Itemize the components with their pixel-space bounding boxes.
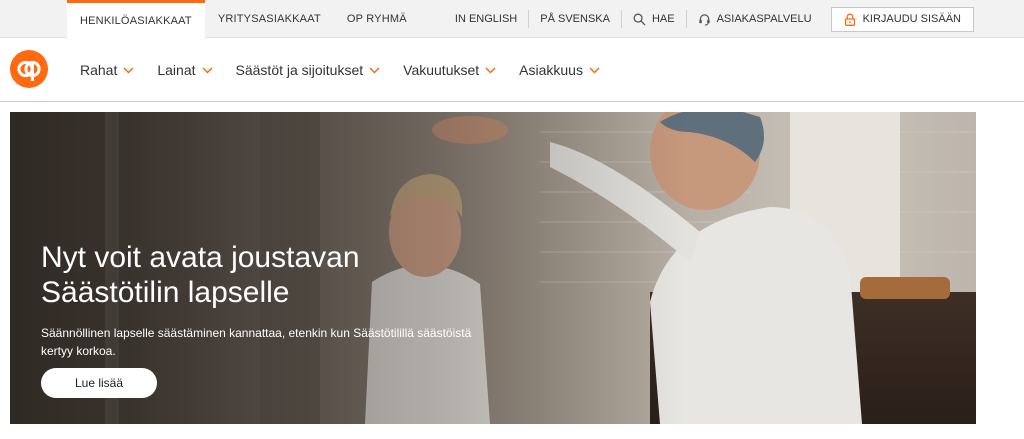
menu-item-rahat[interactable]: Rahat bbox=[80, 62, 134, 78]
main-nav: Rahat Lainat Säästöt ja sijoitukset Vaku… bbox=[0, 38, 1024, 102]
menu-item-saastot[interactable]: Säästöt ja sijoitukset bbox=[236, 62, 381, 78]
customer-service-label: ASIAKASPALVELU bbox=[716, 13, 812, 25]
op-logo-icon bbox=[17, 60, 41, 81]
chevron-down-icon bbox=[589, 66, 600, 74]
headset-icon bbox=[698, 13, 710, 26]
segment-tab-business[interactable]: YRITYSASIAKKAAT bbox=[205, 0, 334, 38]
customer-service-link[interactable]: ASIAKASPALVELU bbox=[685, 10, 823, 28]
login-button[interactable]: KIRJAUDU SISÄÄN bbox=[830, 6, 974, 32]
menu-item-label: Lainat bbox=[157, 62, 196, 78]
hero-banner: Nyt voit avata joustavan Säästötilin lap… bbox=[10, 112, 976, 424]
search-icon bbox=[633, 13, 646, 25]
menu-item-label: Säästöt ja sijoitukset bbox=[235, 62, 364, 78]
menu-item-asiakkuus[interactable]: Asiakkuus bbox=[519, 62, 600, 78]
language-swedish-label: PÅ SVENSKA bbox=[540, 13, 610, 25]
chevron-down-icon bbox=[123, 66, 134, 74]
language-swedish-link[interactable]: PÅ SVENSKA bbox=[528, 10, 621, 28]
chevron-down-icon bbox=[485, 66, 496, 74]
main-menu: Rahat Lainat Säästöt ja sijoitukset Vaku… bbox=[80, 38, 623, 102]
segment-tab-personal[interactable]: HENKILÖASIAKKAAT bbox=[67, 0, 205, 39]
lock-icon bbox=[844, 13, 855, 26]
menu-item-lainat[interactable]: Lainat bbox=[157, 62, 213, 78]
hero-title: Nyt voit avata joustavan Säästötilin lap… bbox=[41, 241, 360, 309]
op-logo[interactable] bbox=[10, 50, 48, 88]
utility-nav: IN ENGLISH PÅ SVENSKA HAE ASIAKASPALVELU… bbox=[444, 0, 974, 38]
menu-item-label: Rahat bbox=[80, 62, 118, 78]
menu-item-vakuutukset[interactable]: Vakuutukset bbox=[403, 62, 496, 78]
read-more-label: Lue lisää bbox=[74, 376, 124, 390]
segment-tab-op-group[interactable]: OP RYHMÄ bbox=[334, 0, 420, 38]
login-label: KIRJAUDU SISÄÄN bbox=[862, 13, 961, 25]
search-link[interactable]: HAE bbox=[620, 10, 686, 28]
chevron-down-icon bbox=[201, 66, 213, 74]
language-english-label: IN ENGLISH bbox=[454, 13, 518, 25]
segment-tabs: HENKILÖASIAKKAAT YRITYSASIAKKAAT OP RYHM… bbox=[67, 0, 420, 39]
top-bar: HENKILÖASIAKKAAT YRITYSASIAKKAAT OP RYHM… bbox=[0, 0, 1024, 39]
language-english-link[interactable]: IN ENGLISH bbox=[444, 10, 528, 28]
hero-text-block: Nyt voit avata joustavan Säästötilin lap… bbox=[41, 240, 481, 360]
chevron-down-icon bbox=[369, 66, 380, 74]
menu-item-label: Asiakkuus bbox=[519, 62, 583, 78]
hero-subtitle: Säännöllinen lapselle säästäminen kannat… bbox=[41, 326, 472, 358]
menu-item-label: Vakuutukset bbox=[403, 62, 480, 78]
search-label: HAE bbox=[651, 13, 675, 25]
read-more-button[interactable]: Lue lisää bbox=[41, 368, 157, 398]
